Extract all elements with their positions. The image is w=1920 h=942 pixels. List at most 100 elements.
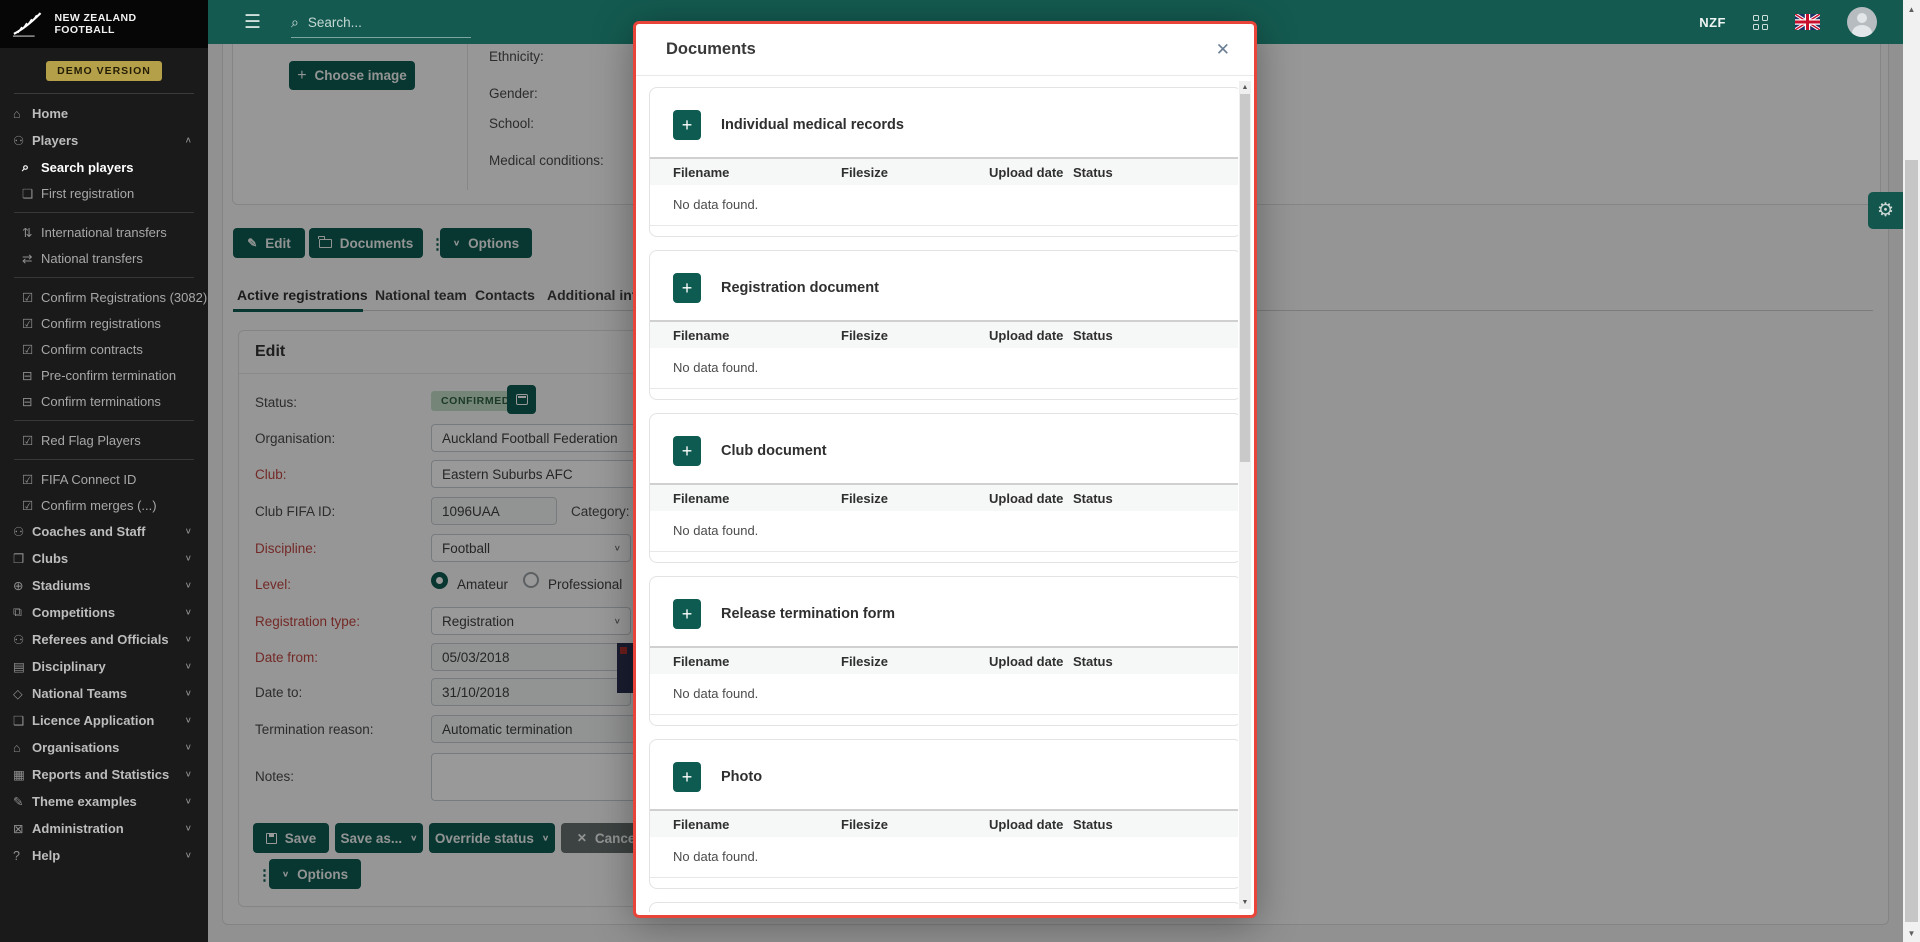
sidebar-item-clubs[interactable]: ❒Clubs ∨ — [0, 545, 208, 572]
column-header-filesize: Filesize — [841, 165, 989, 180]
sidebar-item-label: Home — [32, 106, 68, 121]
lock-icon: ⊠ — [13, 821, 32, 836]
sidebar-item-label: Referees and Officials — [32, 632, 169, 647]
chevron-down-icon: ∨ — [185, 527, 192, 536]
file-icon: ❏ — [22, 186, 41, 201]
scroll-down-arrow[interactable]: ▼ — [1903, 929, 1920, 938]
document-section-title: Individual medical records — [721, 117, 904, 133]
modal-title: Documents — [666, 40, 756, 59]
sidebar-item-competitions[interactable]: ⧉Competitions∨ — [0, 599, 208, 626]
sidebar-item-label: Organisations — [32, 740, 119, 755]
sidebar-item-national-teams[interactable]: ◇National Teams∨ — [0, 680, 208, 707]
sidebar-item-international-transfers[interactable]: ⇅International transfers — [0, 219, 208, 245]
club-icon: ❒ — [13, 551, 32, 566]
search-placeholder: Search... — [308, 15, 362, 30]
document-table-header: FilenameFilesizeUpload dateStatus — [650, 483, 1238, 511]
org-code-link[interactable]: NZF — [1699, 15, 1726, 30]
chevron-down-icon: ∨ — [185, 716, 192, 725]
sidebar-item-label: Reports and Statistics — [32, 767, 169, 782]
chevron-down-icon: ∨ — [185, 743, 192, 752]
page-scrollbar: ▲ ▼ — [1903, 0, 1920, 942]
people-icon: ⚇ — [13, 632, 32, 647]
sidebar-item-label: Clubs — [32, 551, 68, 566]
sidebar-nav: ⌂Home⚇Players∧⌕Search players❏First regi… — [0, 100, 208, 869]
page-scrollbar-thumb[interactable] — [1905, 160, 1918, 922]
sidebar-item-confirm-terminations[interactable]: ⊟Confirm terminations — [0, 388, 208, 414]
sidebar-item-label: Confirm contracts — [41, 342, 143, 357]
chevron-down-icon: ∨ — [185, 581, 192, 590]
sidebar-item-referees-and-officials[interactable]: ⚇Referees and Officials∨ — [0, 626, 208, 653]
sidebar-item-pre-confirm-termination[interactable]: ⊟Pre-confirm termination — [0, 362, 208, 388]
transfers-horizontal-icon: ⇄ — [22, 251, 41, 266]
sidebar-item-administration[interactable]: ⊠Administration∨ — [0, 815, 208, 842]
sidebar-item-label: Confirm merges (...) — [41, 498, 157, 513]
sidebar-item-help[interactable]: ?Help∨ — [0, 842, 208, 869]
search-input[interactable]: ⌕ Search... — [291, 14, 471, 38]
sidebar-item-fifa-connect-id[interactable]: ☑FIFA Connect ID — [0, 466, 208, 492]
chevron-up-icon: ∧ — [185, 136, 192, 145]
sidebar-item-search-players[interactable]: ⌕Search players — [0, 154, 208, 180]
document-table-header: FilenameFilesizeUpload dateStatus — [650, 646, 1238, 674]
sidebar-item-stadiums[interactable]: ⊕Stadiums ∨ — [0, 572, 208, 599]
modal-scrollbar-thumb[interactable] — [1240, 94, 1250, 462]
column-header-filename: Filename — [673, 328, 841, 343]
trash-icon: ⊟ — [22, 394, 41, 409]
modal-body: +Individual medical recordsFilenameFiles… — [636, 77, 1238, 912]
sidebar-item-label: Red Flag Players — [41, 433, 141, 448]
globe-icon: ⊕ — [13, 578, 32, 593]
nzf-fern-logo — [10, 9, 45, 39]
sidebar-item-disciplinary[interactable]: ▤Disciplinary∨ — [0, 653, 208, 680]
layers-icon: ⧉ — [13, 605, 32, 620]
search-icon: ⌕ — [22, 160, 41, 175]
column-header-filesize: Filesize — [841, 328, 989, 343]
sidebar-item-home[interactable]: ⌂Home — [0, 100, 208, 127]
sidebar-item-confirm-registrations[interactable]: ☑Confirm registrations — [0, 310, 208, 336]
sidebar-item-organisations[interactable]: ⌂Organisations∨ — [0, 734, 208, 761]
add-individual-medical-records-button[interactable]: + — [673, 110, 701, 140]
sidebar-item-reports-and-statistics[interactable]: ▦Reports and Statistics∨ — [0, 761, 208, 788]
divider — [650, 225, 1238, 226]
document-section-individual-medical-records: + Individual medical records FilenameFiles… — [649, 87, 1238, 237]
sidebar-item-label: Disciplinary — [32, 659, 106, 674]
sidebar-item-licence-application[interactable]: ❑Licence Application∨ — [0, 707, 208, 734]
sidebar-item-label: Confirm Registrations (3082) — [41, 290, 207, 305]
language-flag-icon[interactable] — [1795, 14, 1820, 30]
scroll-up-arrow[interactable]: ▲ — [1903, 5, 1920, 14]
modal-close-icon[interactable]: ✕ — [1216, 40, 1230, 60]
help-icon: ? — [13, 849, 32, 863]
check-square-icon: ☑ — [22, 498, 41, 513]
sidebar-item-label: Stadiums — [32, 578, 91, 593]
sidebar-item-confirm-registrations-3082[interactable]: ☑Confirm Registrations (3082) — [0, 284, 208, 310]
transfers-vertical-icon: ⇅ — [22, 225, 41, 240]
settings-gear-button[interactable]: ⚙ — [1868, 192, 1903, 229]
sidebar-item-theme-examples[interactable]: ✎Theme examples∨ — [0, 788, 208, 815]
home-icon: ⌂ — [13, 107, 32, 121]
chevron-down-icon: ∨ — [185, 554, 192, 563]
apps-grid-icon[interactable] — [1753, 15, 1768, 30]
sidebar-item-confirm-merges[interactable]: ☑Confirm merges (...) — [0, 492, 208, 518]
column-header-status: Status — [1073, 165, 1113, 180]
add-registration-document-button[interactable]: + — [673, 273, 701, 303]
hamburger-menu-icon[interactable]: ☰ — [244, 11, 261, 34]
sidebar-item-coaches-and-staff[interactable]: ⚇Coaches and Staff∨ — [0, 518, 208, 545]
add-photo-button[interactable]: + — [673, 762, 701, 792]
sidebar-item-players[interactable]: ⚇Players∧ — [0, 127, 208, 154]
documents-modal: Documents ✕ + Individual medical records F… — [633, 21, 1257, 918]
no-data-text: No data found. — [650, 185, 1238, 212]
divider — [14, 459, 194, 460]
sidebar-item-national-transfers[interactable]: ⇄National transfers — [0, 245, 208, 271]
document-table-header: FilenameFilesizeUpload dateStatus — [650, 809, 1238, 837]
column-header-filename: Filename — [673, 817, 841, 832]
sidebar: NEW ZEALAND FOOTBALL DEMO VERSION ⌂Home⚇… — [0, 0, 208, 942]
user-avatar[interactable] — [1847, 7, 1877, 37]
add-club-document-button[interactable]: + — [673, 436, 701, 466]
modal-scroll-down-arrow[interactable]: ▼ — [1239, 899, 1251, 906]
document-table-header: FilenameFilesizeUpload dateStatus — [650, 157, 1238, 185]
modal-scroll-up-arrow[interactable]: ▲ — [1239, 84, 1251, 91]
add-release-termination-form-button[interactable]: + — [673, 599, 701, 629]
sidebar-item-confirm-contracts[interactable]: ☑Confirm contracts — [0, 336, 208, 362]
sidebar-item-first-registration[interactable]: ❏First registration — [0, 180, 208, 206]
sidebar-item-red-flag-players[interactable]: ☑Red Flag Players — [0, 427, 208, 453]
column-header-filesize: Filesize — [841, 817, 989, 832]
document-section-title: Registration document — [721, 280, 879, 296]
